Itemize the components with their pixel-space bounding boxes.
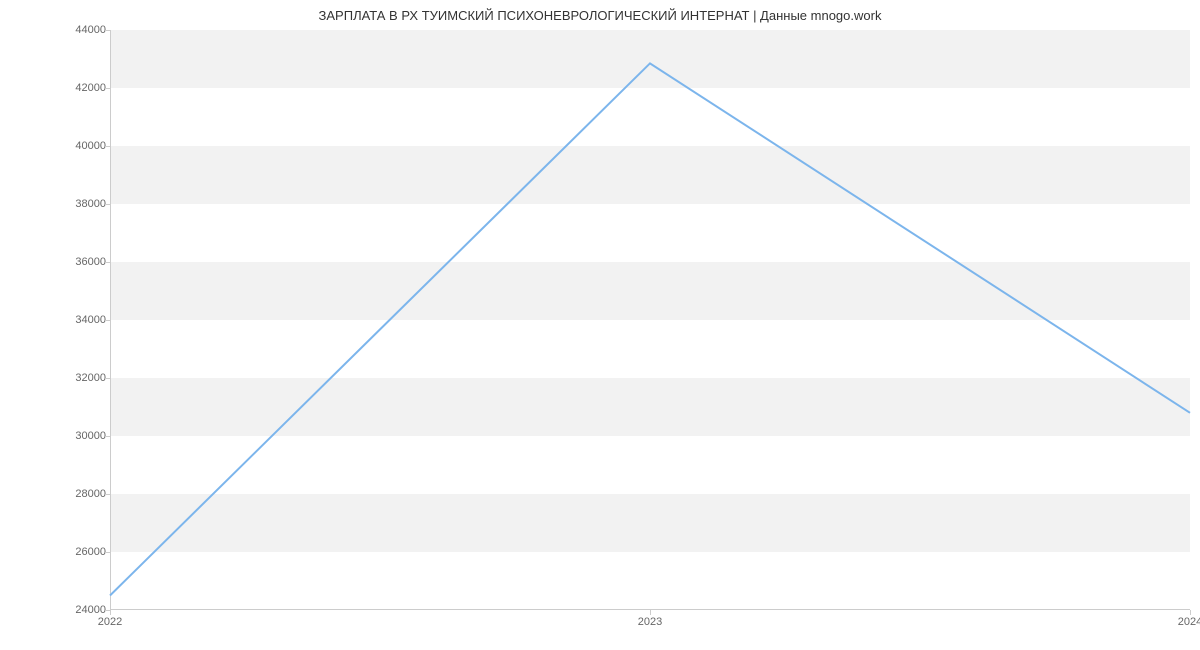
y-axis-tick-label: 38000 — [56, 198, 106, 210]
y-axis-tick-mark — [105, 436, 110, 437]
chart-title: ЗАРПЛАТА В РХ ТУИМСКИЙ ПСИХОНЕВРОЛОГИЧЕС… — [0, 8, 1200, 23]
y-axis-tick-label: 34000 — [56, 314, 106, 326]
y-axis-tick-mark — [105, 30, 110, 31]
y-axis-tick-mark — [105, 494, 110, 495]
data-line — [110, 63, 1190, 595]
x-axis-tick-label: 2023 — [638, 616, 662, 628]
y-axis-tick-mark — [105, 262, 110, 263]
x-axis-tick-mark — [650, 610, 651, 615]
y-axis-tick-mark — [105, 146, 110, 147]
y-axis-tick-label: 32000 — [56, 372, 106, 384]
x-axis-tick-label: 2022 — [98, 616, 122, 628]
y-axis-tick-label: 24000 — [56, 604, 106, 616]
y-axis-tick-label: 40000 — [56, 140, 106, 152]
y-axis-tick-label: 28000 — [56, 488, 106, 500]
y-axis-tick-label: 44000 — [56, 24, 106, 36]
chart-container: ЗАРПЛАТА В РХ ТУИМСКИЙ ПСИХОНЕВРОЛОГИЧЕС… — [0, 0, 1200, 650]
chart-line-svg — [110, 30, 1190, 610]
y-axis-tick-label: 30000 — [56, 430, 106, 442]
x-axis-tick-mark — [110, 610, 111, 615]
y-axis-tick-mark — [105, 88, 110, 89]
y-axis-tick-label: 26000 — [56, 546, 106, 558]
y-axis-tick-mark — [105, 552, 110, 553]
y-axis-tick-label: 42000 — [56, 82, 106, 94]
y-axis-tick-label: 36000 — [56, 256, 106, 268]
y-axis-tick-mark — [105, 378, 110, 379]
y-axis-tick-mark — [105, 204, 110, 205]
x-axis-tick-label: 2024 — [1178, 616, 1200, 628]
y-axis-tick-mark — [105, 320, 110, 321]
x-axis-tick-mark — [1190, 610, 1191, 615]
